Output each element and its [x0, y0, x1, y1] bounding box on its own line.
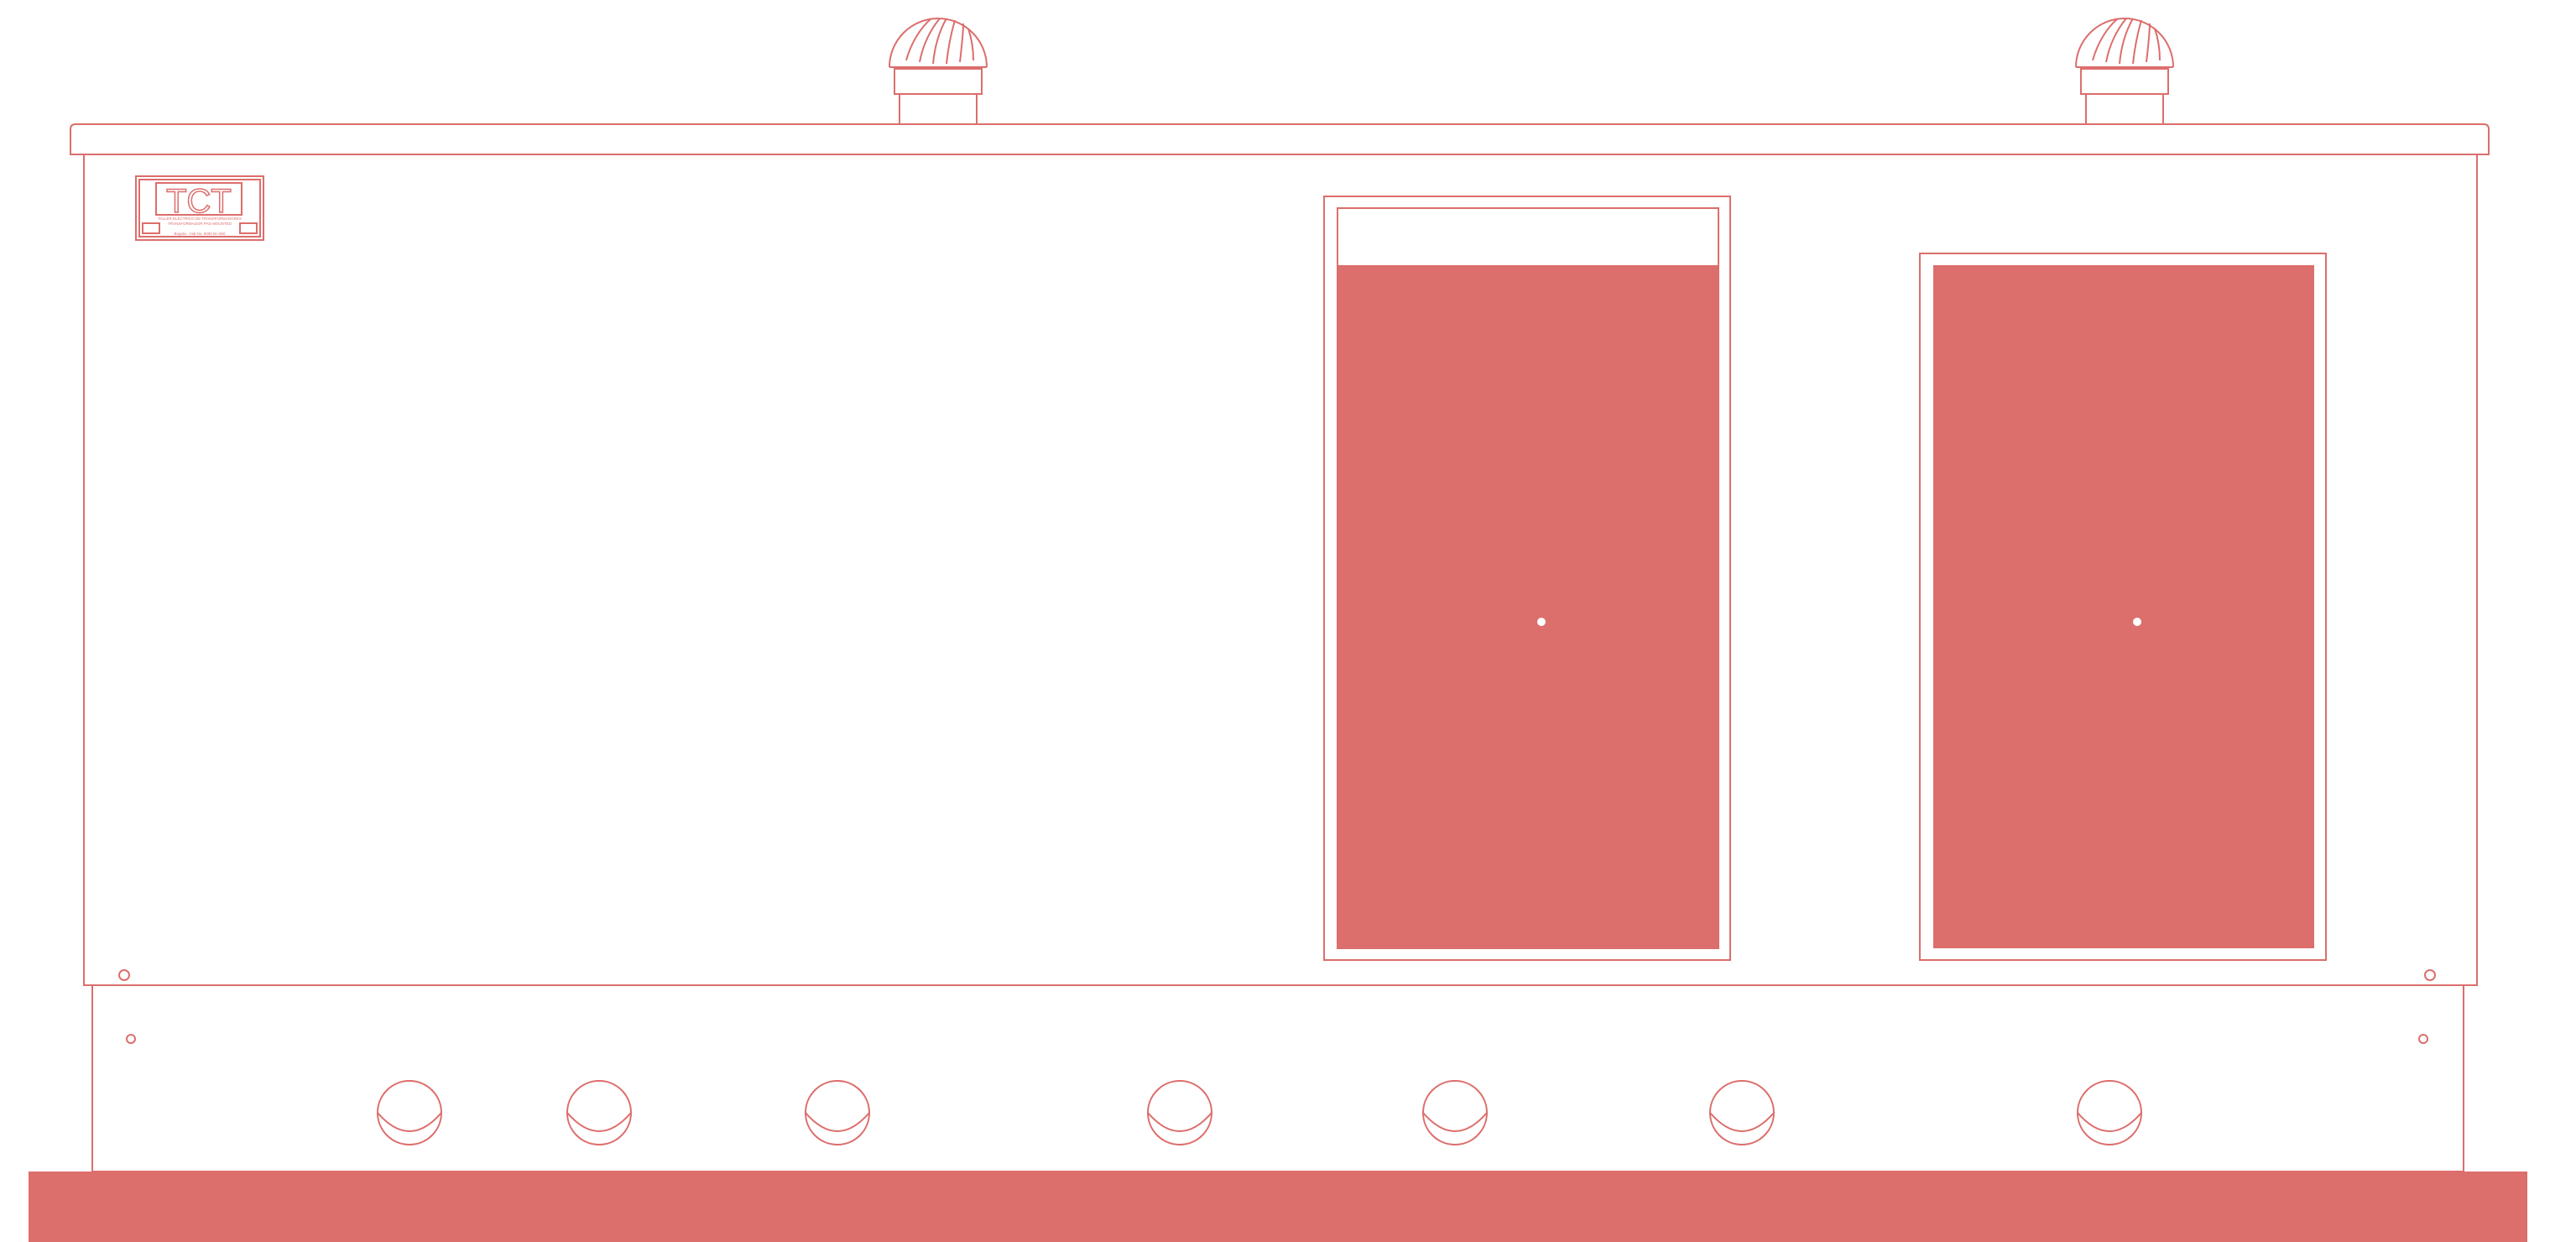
nameplate-line-1: TALLER ELECTRICO DE TRANSFORMADORES: [158, 217, 242, 221]
nameplate-line-2: TRANSFORMADOR PAD MOUNTED: [168, 222, 232, 226]
bushing-icon: [1147, 1080, 1212, 1145]
bolt-icon: [2424, 969, 2436, 981]
turbine-vent-icon: [889, 18, 988, 68]
roof-vent-left: [889, 18, 988, 125]
bolt-icon: [2418, 1034, 2428, 1044]
bolt-icon: [118, 969, 130, 981]
transformer-enclosure-elevation: TCT TALLER ELECTRICO DE TRANSFORMADORES …: [29, 18, 2527, 1242]
bushing-row: [377, 1080, 2142, 1145]
turbine-vent-icon: [2075, 18, 2174, 68]
bolt-icon: [126, 1034, 136, 1044]
roof-vent-right: [2075, 18, 2174, 125]
door-1-knob: [1537, 618, 1546, 626]
base-skid: [29, 1172, 2527, 1242]
nameplate-logo: TCT: [166, 183, 232, 220]
door-2-knob: [2133, 618, 2141, 626]
door-2-panel: [1933, 265, 2314, 948]
door-1-panel: [1338, 265, 1718, 948]
bushing-icon: [2077, 1080, 2142, 1145]
bushing-icon: [377, 1080, 442, 1145]
cable-compartment: [91, 984, 2464, 1172]
enclosure-drawing-canvas: TCT TALLER ELECTRICO DE TRANSFORMADORES …: [0, 0, 2576, 1242]
bushing-icon: [566, 1080, 632, 1145]
bushing-icon: [1422, 1080, 1488, 1145]
bushing-icon: [805, 1080, 870, 1145]
bushing-icon: [1709, 1080, 1775, 1145]
nameplate-line-4: Bogota - Vial No. 0000 Dc-000: [175, 232, 226, 236]
roof-cover: [70, 123, 2490, 155]
